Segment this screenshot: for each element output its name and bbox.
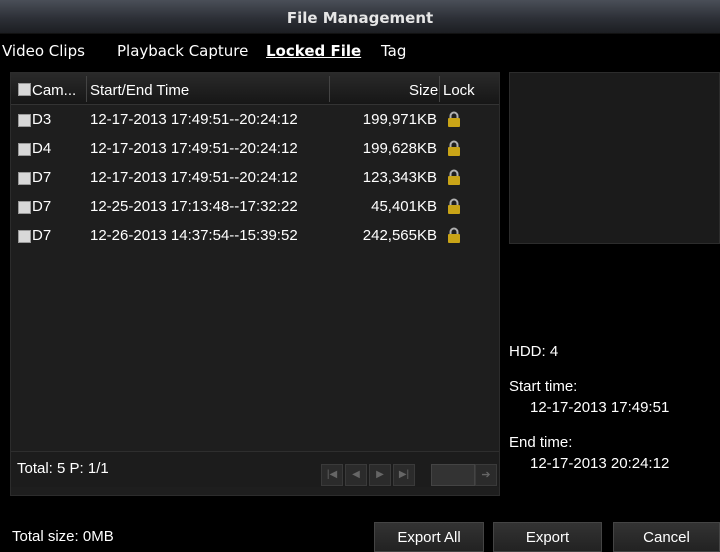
next-page-icon[interactable]: ▶ (369, 464, 391, 486)
table-header: Cam... Start/End Time Size Lock (11, 73, 499, 105)
row-time: 12-25-2013 17:13:48--17:32:22 (90, 198, 298, 215)
table-empty-area (11, 251, 499, 451)
lock-icon[interactable] (447, 227, 461, 244)
go-page-icon[interactable]: ➔ (475, 464, 497, 486)
table-footer: Total: 5 P: 1/1 |◀ ◀ ▶ ▶| ➔ (11, 451, 499, 487)
lock-icon[interactable] (447, 140, 461, 157)
row-size: 199,971KB (362, 111, 437, 128)
row-camera: D7 (32, 169, 52, 186)
row-size: 123,343KB (362, 169, 437, 186)
lock-icon[interactable] (447, 198, 461, 215)
row-size: 45,401KB (371, 198, 437, 215)
last-page-icon[interactable]: ▶| (393, 464, 415, 486)
lock-icon[interactable] (447, 169, 461, 186)
row-camera: D4 (32, 140, 52, 157)
table-row[interactable]: D7 12-17-2013 17:49:51--20:24:12 123,343… (11, 164, 499, 193)
cancel-button[interactable]: Cancel (613, 522, 720, 552)
header-divider (86, 76, 87, 102)
select-all-checkbox[interactable] (18, 83, 31, 96)
prev-page-icon[interactable]: ◀ (345, 464, 367, 486)
header-size[interactable]: Size (409, 82, 438, 99)
row-size: 199,628KB (362, 140, 437, 157)
total-size-label: Total size: 0MB (12, 528, 114, 545)
row-checkbox[interactable] (18, 230, 31, 243)
export-all-button[interactable]: Export All (374, 522, 484, 552)
header-camera[interactable]: Cam... (32, 82, 76, 99)
tab-locked-file[interactable]: Locked File (266, 42, 361, 60)
start-time-value: 12-17-2013 17:49:51 (530, 399, 670, 416)
table-row[interactable]: D3 12-17-2013 17:49:51--20:24:12 199,971… (11, 106, 499, 135)
header-lock[interactable]: Lock (443, 82, 475, 99)
title-bar: File Management (0, 0, 720, 34)
table-row[interactable]: D7 12-25-2013 17:13:48--17:32:22 45,401K… (11, 193, 499, 222)
tab-video-clips[interactable]: Video Clips (2, 42, 85, 60)
row-size: 242,565KB (362, 227, 437, 244)
row-checkbox[interactable] (18, 143, 31, 156)
table-row[interactable]: D7 12-26-2013 14:37:54--15:39:52 242,565… (11, 222, 499, 251)
row-checkbox[interactable] (18, 172, 31, 185)
tab-playback-capture[interactable]: Playback Capture (117, 42, 248, 60)
row-checkbox[interactable] (18, 114, 31, 127)
first-page-icon[interactable]: |◀ (321, 464, 343, 486)
row-camera: D7 (32, 198, 52, 215)
row-camera: D7 (32, 227, 52, 244)
row-checkbox[interactable] (18, 201, 31, 214)
row-time: 12-17-2013 17:49:51--20:24:12 (90, 111, 298, 128)
file-list-panel: Cam... Start/End Time Size Lock D3 12-17… (10, 72, 500, 496)
table-row[interactable]: D4 12-17-2013 17:49:51--20:24:12 199,628… (11, 135, 499, 164)
row-time: 12-26-2013 14:37:54--15:39:52 (90, 227, 298, 244)
record-count: Total: 5 P: 1/1 (17, 460, 109, 477)
end-time-label: End time: (509, 434, 573, 451)
preview-area (509, 72, 720, 244)
export-button[interactable]: Export (493, 522, 602, 552)
end-time-value: 12-17-2013 20:24:12 (530, 455, 670, 472)
header-divider (439, 76, 440, 102)
lock-icon[interactable] (447, 111, 461, 128)
row-camera: D3 (32, 111, 52, 128)
tab-bar: Video Clips Playback Capture Locked File… (0, 34, 720, 64)
row-time: 12-17-2013 17:49:51--20:24:12 (90, 140, 298, 157)
start-time-label: Start time: (509, 378, 578, 395)
pager: |◀ ◀ ▶ ▶| ➔ (321, 464, 497, 486)
window-title: File Management (286, 9, 434, 27)
hdd-label: HDD: 4 (509, 343, 559, 360)
tab-tag[interactable]: Tag (381, 42, 406, 60)
header-time[interactable]: Start/End Time (90, 82, 189, 99)
page-number-input[interactable] (431, 464, 475, 486)
row-time: 12-17-2013 17:49:51--20:24:12 (90, 169, 298, 186)
header-divider (329, 76, 330, 102)
